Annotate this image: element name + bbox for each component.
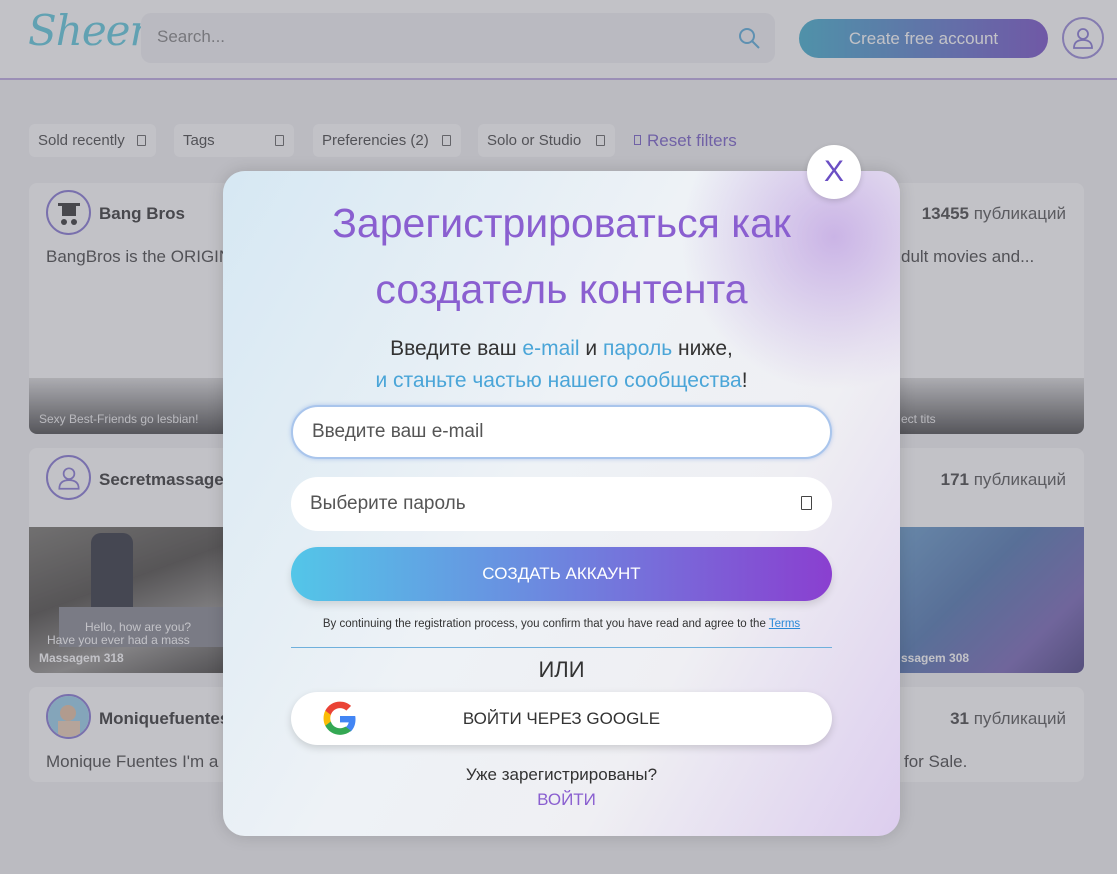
password-field[interactable]: Выберите пароль [291,477,832,531]
divider [291,647,832,648]
google-login-label: ВОЙТИ ЧЕРЕЗ GOOGLE [462,708,661,728]
email-field[interactable]: Введите ваш e-mail [291,405,832,459]
terms-notice: By continuing the registration process, … [223,618,900,630]
subtitle-text: ! [741,369,748,392]
subtitle-text: и [579,337,603,360]
email-placeholder: Введите ваш e-mail [312,421,484,442]
subtitle-highlight: и станьте частью нашего сообщества [375,369,742,392]
show-password-icon[interactable] [801,496,812,510]
subtitle-text: ниже, [672,337,733,360]
or-separator: ИЛИ [538,657,585,682]
google-login-button[interactable]: ВОЙТИ ЧЕРЕЗ GOOGLE [291,692,832,745]
subtitle-text: Введите ваш [390,337,523,360]
modal-title: Зарегистрироваться как создатель контент… [223,190,900,322]
modal-title-line: Зарегистрироваться как [332,200,791,246]
terms-text: By continuing the registration process, … [322,618,769,630]
password-placeholder: Выберите пароль [310,493,466,514]
subtitle-highlight: e-mail [522,337,580,360]
create-account-submit-button[interactable]: СОЗДАТЬ АККАУНТ [291,547,832,601]
already-registered-text: Уже зарегистрированы? [465,765,658,784]
google-icon [323,701,356,735]
modal-title-line: создатель контента [375,266,748,312]
modal-subtitle: Введите ваш e-mail и пароль ниже, и стан… [223,333,900,397]
login-link[interactable]: ВОЙТИ [223,790,910,810]
terms-link[interactable]: Terms [769,618,800,630]
subtitle-highlight: пароль [603,337,673,360]
